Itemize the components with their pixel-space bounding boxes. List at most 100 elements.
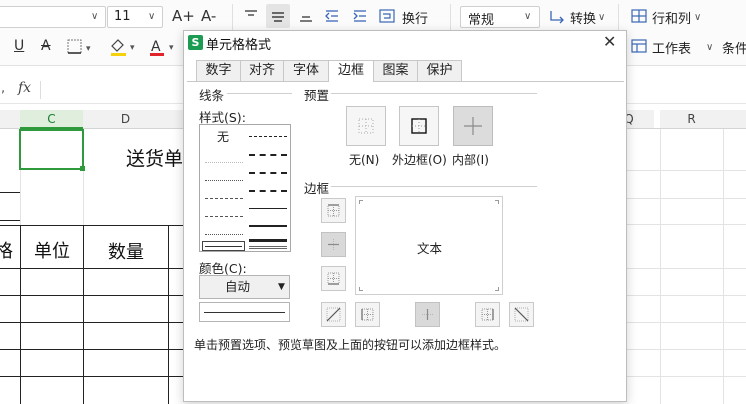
border-group-label: 边框	[304, 181, 330, 196]
app-logo-icon: S	[188, 35, 203, 50]
decrease-indent-button[interactable]	[323, 8, 341, 24]
svg-text:▾: ▾	[169, 43, 174, 53]
table-border	[0, 225, 186, 226]
line-style-dash-dot[interactable]	[205, 216, 243, 217]
border-diagonal-up-button[interactable]	[321, 302, 346, 327]
rows-columns-label: 行和列	[652, 12, 692, 27]
preset-none-button[interactable]	[346, 106, 386, 146]
line-style-thin[interactable]	[249, 208, 287, 209]
preset-outline-button[interactable]	[399, 106, 439, 146]
font-color-button[interactable]: A ▾	[148, 37, 180, 57]
border-top-button[interactable]	[321, 198, 346, 223]
convert-icon	[550, 11, 564, 24]
svg-text:▾: ▾	[130, 43, 135, 53]
border-bottom-button[interactable]	[321, 266, 346, 291]
fill-color-button[interactable]: ▾	[108, 37, 140, 57]
number-format-combo[interactable]: 常规 ∨	[460, 6, 540, 28]
increase-indent-icon	[353, 10, 366, 22]
align-top-icon	[245, 10, 257, 16]
line-preview	[199, 302, 290, 322]
format-cells-dialog: S 单元格格式 ✕ 数字 对齐 字体 边框 图案 保护 线条 样式(S): 无	[183, 30, 627, 402]
gridline	[627, 295, 746, 296]
line-style-dotted[interactable]	[205, 180, 243, 181]
gridline	[627, 170, 746, 171]
corner-mark	[495, 287, 499, 291]
corner-mark	[359, 200, 363, 204]
tab-protection[interactable]: 保护	[417, 60, 462, 81]
line-style-slant-dash-dot[interactable]	[249, 154, 287, 156]
line-style-medium-dash-dot[interactable]	[249, 172, 287, 174]
underline-button[interactable]: U	[14, 38, 24, 54]
column-header-r[interactable]: R	[660, 110, 723, 129]
border-left-button[interactable]	[355, 302, 380, 327]
border-none-icon	[358, 118, 374, 134]
chevron-down-icon: ∨	[598, 12, 606, 23]
group-divider	[227, 93, 292, 94]
grow-font-button[interactable]: A+	[172, 7, 195, 25]
column-header-c[interactable]: C	[20, 110, 83, 129]
chevron-down-icon: ∨	[91, 11, 99, 22]
line-style-medium[interactable]	[249, 225, 287, 227]
decrease-indent-icon	[325, 10, 338, 22]
sheet-title-text: 送货单	[126, 148, 184, 170]
preset-outline-label: 外边框(O)	[392, 153, 447, 167]
line-style-double[interactable]	[249, 246, 287, 249]
close-icon[interactable]: ✕	[603, 32, 616, 51]
tab-alignment[interactable]: 对齐	[240, 60, 284, 81]
tab-font[interactable]: 字体	[283, 60, 329, 81]
line-style-medium-dashed[interactable]	[249, 190, 287, 192]
table-border	[20, 225, 21, 404]
font-size-combo[interactable]: 11 ∨	[107, 6, 163, 28]
tab-border[interactable]: 边框	[328, 60, 374, 82]
line-style-dash-dot-dot[interactable]	[205, 198, 243, 199]
font-size-value: 11	[114, 9, 131, 24]
align-top-button[interactable]	[242, 8, 260, 24]
tab-number[interactable]: 数字	[196, 60, 241, 81]
line-style-dashed-thin[interactable]	[205, 234, 243, 235]
fill-color-icon: ▾	[111, 39, 135, 56]
gridline	[627, 322, 746, 323]
border-inside-horizontal-button[interactable]	[321, 232, 346, 257]
strikethrough-button[interactable]: A	[41, 38, 51, 54]
corner-mark	[495, 200, 499, 204]
line-style-thin-selected[interactable]	[202, 241, 245, 251]
line-style-thick[interactable]	[249, 239, 287, 242]
line-style-none[interactable]: 无	[217, 128, 229, 145]
conditional-format-button[interactable]: 条件	[722, 38, 746, 57]
shrink-font-button[interactable]: A-	[201, 7, 216, 25]
selected-cell[interactable]	[19, 129, 85, 171]
header-cell-quantity: 数量	[108, 242, 144, 263]
shrink-font-icon: A-	[201, 7, 217, 25]
border-right-button[interactable]	[475, 302, 500, 327]
color-value: 自动	[225, 279, 251, 294]
tab-pattern[interactable]: 图案	[373, 60, 418, 81]
line-style-hair[interactable]	[205, 162, 243, 163]
line-style-list[interactable]: 无	[199, 124, 291, 252]
table-border	[0, 376, 186, 377]
border-diagonal-down-button[interactable]	[509, 302, 534, 327]
align-middle-icon	[272, 12, 284, 22]
column-header[interactable]	[0, 110, 20, 129]
align-bottom-button[interactable]	[297, 8, 315, 24]
align-middle-button[interactable]	[266, 4, 290, 28]
increase-indent-button[interactable]	[351, 8, 369, 24]
font-name-combo[interactable]: ∨	[0, 6, 106, 28]
border-inside-vertical-button[interactable]	[415, 302, 440, 327]
group-divider	[331, 186, 537, 187]
worksheet-icon	[631, 39, 647, 53]
border-inside-vertical-icon	[422, 309, 433, 320]
fill-handle[interactable]	[80, 166, 85, 171]
dialog-title-bar[interactable]: S 单元格格式 ✕	[184, 31, 626, 55]
preset-inside-button[interactable]	[453, 106, 493, 146]
column-header[interactable]	[723, 110, 746, 129]
table-border	[0, 322, 186, 323]
color-dropdown[interactable]: 自动 ▼	[199, 275, 290, 299]
wrap-text-icon	[379, 9, 395, 23]
column-header-d[interactable]: D	[83, 110, 168, 129]
table-border	[0, 295, 186, 296]
convert-label: 转换	[570, 12, 597, 27]
border-preview[interactable]: 文本	[355, 196, 503, 295]
line-style-medium-dash-dot-dot[interactable]	[249, 136, 287, 137]
borders-button[interactable]: ▾	[66, 38, 96, 56]
fx-icon[interactable]: fx	[18, 80, 31, 96]
